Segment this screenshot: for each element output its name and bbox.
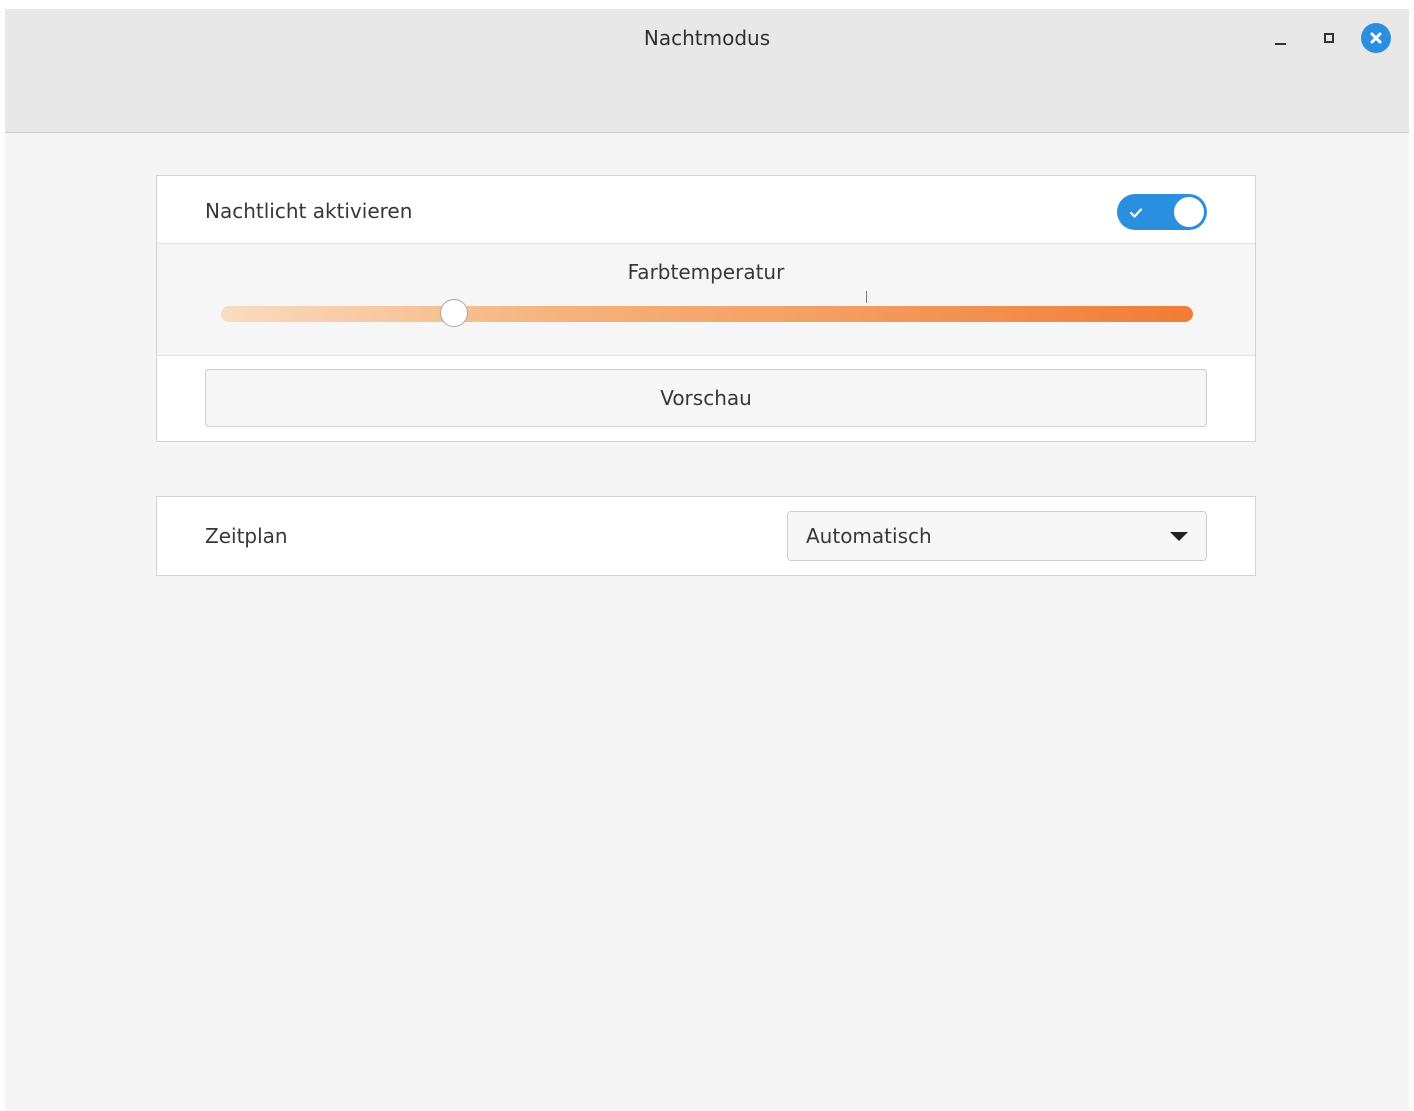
toggle-knob	[1174, 197, 1204, 227]
schedule-panel: Zeitplan Automatisch	[156, 496, 1256, 576]
slider-tick-mark	[866, 291, 867, 303]
minimize-button[interactable]	[1265, 23, 1295, 53]
close-icon	[1361, 23, 1391, 53]
title-bar: Nachtmodus	[5, 9, 1409, 133]
slider-handle[interactable]	[440, 299, 469, 327]
schedule-label: Zeitplan	[205, 524, 288, 548]
schedule-selected-value: Automatisch	[806, 524, 932, 548]
window-title: Nachtmodus	[643, 26, 771, 50]
check-icon	[1129, 204, 1143, 223]
maximize-icon	[1324, 33, 1334, 43]
color-temperature-slider[interactable]	[221, 306, 1193, 322]
color-temperature-section: Farbtemperatur	[157, 243, 1255, 356]
close-button[interactable]	[1361, 23, 1391, 53]
schedule-dropdown[interactable]: Automatisch	[787, 511, 1207, 561]
color-temperature-label: Farbtemperatur	[627, 260, 785, 284]
chevron-down-icon	[1170, 532, 1188, 541]
night-light-toggle[interactable]	[1117, 194, 1207, 230]
preview-button[interactable]: Vorschau	[205, 369, 1207, 427]
minimize-icon	[1274, 43, 1286, 45]
app-window: Nachtmodus Nachtlicht aktivieren Farbtem…	[5, 9, 1409, 1111]
maximize-button[interactable]	[1314, 23, 1344, 53]
night-light-label: Nachtlicht aktivieren	[205, 199, 413, 223]
night-light-panel: Nachtlicht aktivieren Farbtemperatur Vor…	[156, 175, 1256, 442]
